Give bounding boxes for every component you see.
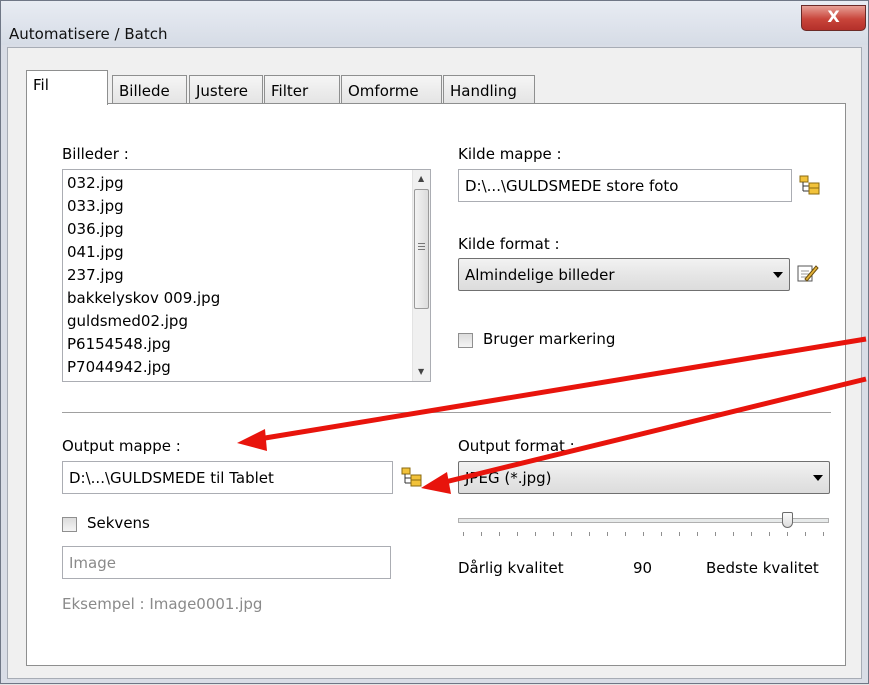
batch-dialog: Automatisere / Batch X Fil Billede Juste… [0, 0, 869, 684]
use-selection-label: Bruger markering [483, 330, 616, 348]
quality-value: 90 [633, 559, 653, 577]
slider-tick [589, 532, 590, 536]
slider-tick [625, 532, 626, 536]
slider-tick [463, 532, 464, 536]
scroll-thumb[interactable] [414, 189, 429, 309]
slider-tick [733, 532, 734, 536]
source-format-value: Almindelige billeder [465, 266, 615, 284]
slider-tick [571, 532, 572, 536]
separator [62, 412, 831, 414]
slider-tick [481, 532, 482, 536]
slider-tick [715, 532, 716, 536]
list-item[interactable]: guldsmed02.jpg [67, 310, 188, 332]
images-listbox[interactable]: 032.jpg 033.jpg 036.jpg 041.jpg 237.jpg … [62, 169, 431, 382]
source-folder-input[interactable]: D:\...\GULDSMEDE store foto [458, 169, 792, 202]
list-item[interactable]: 032.jpg [67, 172, 124, 194]
slider-tick [805, 532, 806, 536]
slider-tick [643, 532, 644, 536]
list-item[interactable]: 033.jpg [67, 195, 124, 217]
edit-icon[interactable] [797, 263, 819, 283]
slider-tick [607, 532, 608, 536]
list-item[interactable]: P6154548.jpg [67, 333, 171, 355]
quality-slider-thumb[interactable] [782, 512, 793, 528]
sequence-example: Eksempel : Image0001.jpg [62, 595, 263, 613]
source-format-select[interactable]: Almindelige billeder [458, 258, 790, 291]
slider-tick [751, 532, 752, 536]
slider-tick [517, 532, 518, 536]
slider-tick [499, 532, 500, 536]
list-item[interactable]: bakkelyskov 009.jpg [67, 287, 220, 309]
use-selection-checkbox[interactable] [458, 333, 473, 348]
output-format-value: JPEG (*.jpg) [465, 469, 552, 487]
slider-tick [769, 532, 770, 536]
list-item[interactable]: 036.jpg [67, 218, 124, 240]
output-folder-label: Output mappe : [62, 437, 181, 455]
output-format-label: Output format : [458, 437, 575, 455]
slider-tick [661, 532, 662, 536]
list-item[interactable]: P7044942.jpg [67, 356, 171, 378]
output-folder-input[interactable]: D:\...\GULDSMEDE til Tablet [62, 461, 393, 494]
slider-tick [823, 532, 824, 536]
slider-tick [697, 532, 698, 536]
quality-min-label: Dårlig kvalitet [458, 559, 564, 577]
source-format-label: Kilde format : [458, 235, 560, 253]
sequence-checkbox[interactable] [62, 517, 77, 532]
list-item[interactable]: 041.jpg [67, 241, 124, 263]
slider-tick [679, 532, 680, 536]
source-folder-label: Kilde mappe : [458, 145, 562, 163]
images-scrollbar[interactable]: ▲ ▼ [412, 170, 430, 381]
slider-tick [553, 532, 554, 536]
folder-tree-icon[interactable] [401, 467, 423, 487]
sequence-label: Sekvens [87, 514, 150, 532]
output-format-select[interactable]: JPEG (*.jpg) [458, 461, 830, 494]
slider-tick [787, 532, 788, 536]
slider-tick [535, 532, 536, 536]
chevron-down-icon [773, 272, 783, 278]
scroll-down-icon[interactable]: ▼ [418, 367, 424, 376]
scroll-up-icon[interactable]: ▲ [418, 174, 424, 183]
quality-max-label: Bedste kvalitet [706, 559, 819, 577]
folder-tree-icon[interactable] [799, 175, 821, 195]
list-item[interactable]: 237.jpg [67, 264, 124, 286]
quality-slider-track[interactable] [458, 518, 829, 523]
chevron-down-icon [813, 475, 823, 481]
sequence-name-input[interactable]: Image [62, 546, 391, 579]
grip-icon [418, 243, 425, 252]
images-label: Billeder : [62, 145, 129, 163]
